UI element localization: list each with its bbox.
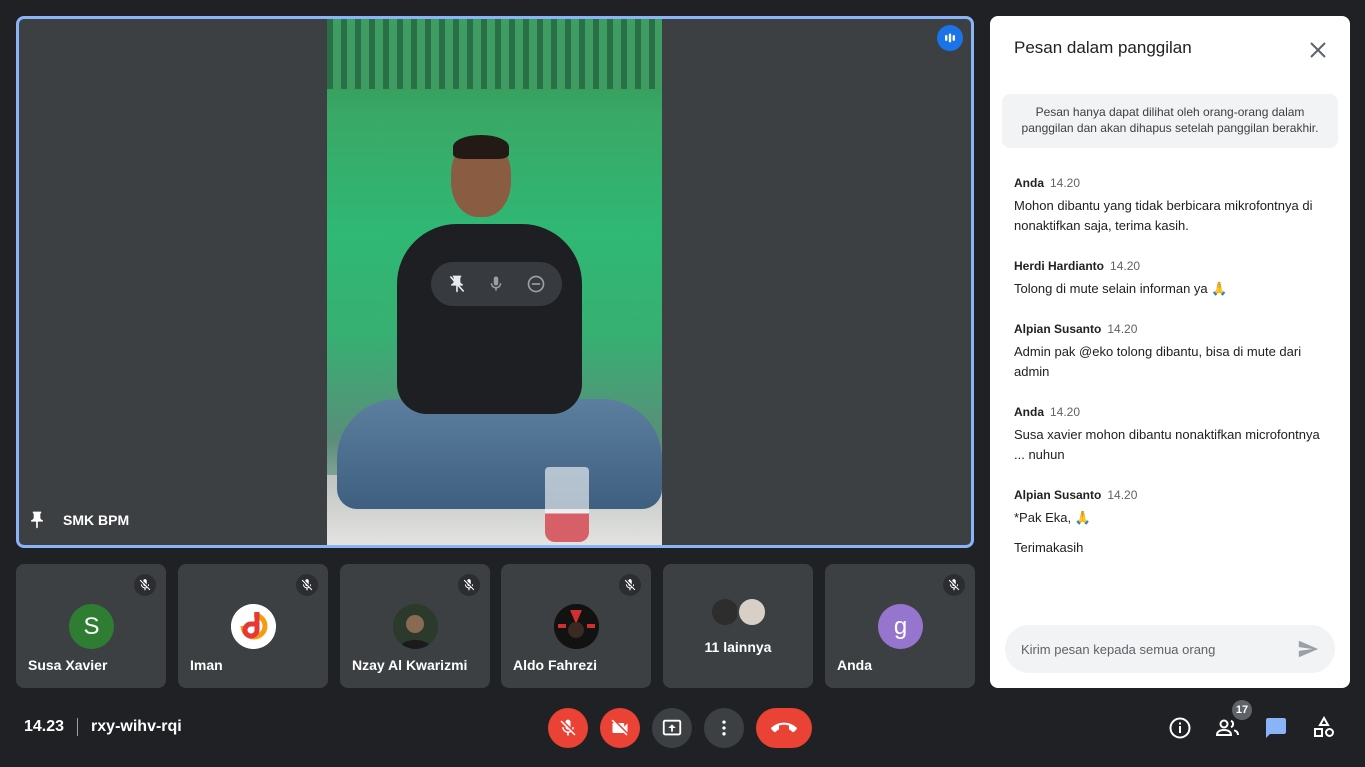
chat-messages: Anda 14.20 Mohon dibantu yang tidak berbi… (1014, 176, 1334, 581)
chat-notice: Pesan hanya dapat dilihat oleh orang-ora… (1002, 94, 1338, 148)
close-chat-button[interactable] (1304, 36, 1332, 64)
avatar (554, 604, 599, 649)
video-hover-controls (431, 262, 562, 306)
stage-participant-name: SMK BPM (63, 512, 130, 528)
remove-participant-button[interactable] (521, 269, 551, 299)
pin-icon (31, 511, 43, 529)
participant-tile-aldo-fahrezi[interactable]: Aldo Fahrezi (501, 564, 651, 688)
message-sender: Anda (1014, 405, 1044, 419)
current-time: 14.23 (24, 718, 65, 735)
avatar (231, 604, 276, 649)
main-video-stage[interactable]: SMK BPM (16, 16, 974, 548)
avatar (737, 597, 767, 627)
avatar: S (69, 604, 114, 649)
participant-name: Anda (837, 657, 872, 673)
message-text: *Pak Eka, 🙏 (1014, 510, 1091, 525)
avatar (393, 604, 438, 649)
camera-off-icon (611, 719, 628, 736)
unpin-icon (449, 275, 465, 293)
divider (77, 718, 79, 736)
avatar (710, 597, 740, 627)
message-sender: Alpian Susanto (1014, 322, 1102, 336)
people-icon (1215, 719, 1239, 736)
participant-name: Nzay Al Kwarizmi (352, 657, 468, 673)
participant-tile-susa-xavier[interactable]: S Susa Xavier (16, 564, 166, 688)
present-screen-button[interactable] (652, 708, 692, 748)
info-icon (1169, 717, 1191, 739)
participant-tile-nzay-al-kwarizmi[interactable]: Nzay Al Kwarizmi (340, 564, 490, 688)
participant-tile-others[interactable]: 11 lainnya (663, 564, 813, 688)
message-text: Susa xavier mohon dibantu nonaktifkan mi… (1014, 427, 1320, 462)
present-screen-icon (662, 719, 682, 736)
participants-button[interactable]: 17 (1210, 700, 1252, 746)
avatar: g (878, 604, 923, 649)
close-icon (1310, 42, 1326, 58)
participant-tiles: S Susa Xavier Iman Nzay Al Kwarizmi Aldo… (16, 564, 975, 688)
message-time: 14.20 (1107, 322, 1138, 336)
message-time: 14.20 (1110, 259, 1141, 273)
participant-name: Iman (190, 657, 223, 673)
meeting-info: 14.23 rxy-wihv-rqi (24, 718, 182, 736)
meeting-details-button[interactable] (1162, 710, 1198, 746)
leave-call-button[interactable] (756, 708, 812, 748)
remove-circle-icon (527, 275, 545, 293)
mute-participant-button[interactable] (481, 269, 511, 299)
participants-count-badge: 17 (1232, 700, 1252, 720)
mic-off-icon (134, 574, 156, 596)
activities-icon (1314, 716, 1334, 737)
mic-off-icon (458, 574, 480, 596)
chat-message: Herdi Hardianto 14.20 Tolong di mute sela… (1014, 259, 1334, 299)
mic-off-icon (560, 719, 576, 736)
participant-name: Susa Xavier (28, 657, 108, 673)
chat-message-input[interactable] (1021, 641, 1297, 657)
message-sender: Herdi Hardianto (1014, 259, 1105, 273)
more-vert-icon (722, 720, 726, 736)
audio-level-icon (945, 33, 955, 43)
chat-input-box (1005, 625, 1335, 673)
chat-button[interactable] (1258, 710, 1294, 746)
chat-icon (1266, 718, 1286, 738)
message-sender: Alpian Susanto (1014, 488, 1102, 502)
toggle-microphone-button[interactable] (548, 708, 588, 748)
message-time: 14.20 (1050, 405, 1081, 419)
activities-button[interactable] (1306, 710, 1342, 746)
hang-up-icon (771, 722, 797, 733)
chat-message: Alpian Susanto 14.20 Admin pak @eko tolon… (1014, 322, 1334, 382)
participant-tile-iman[interactable]: Iman (178, 564, 328, 688)
mic-off-icon (296, 574, 318, 596)
others-count-label: 11 lainnya (704, 639, 772, 655)
mic-off-icon (943, 574, 965, 596)
participant-name: Aldo Fahrezi (513, 657, 598, 673)
microphone-icon (491, 276, 502, 291)
chat-message: Anda 14.20 Susa xavier mohon dibantu nona… (1014, 405, 1334, 465)
message-time: 14.20 (1107, 488, 1138, 502)
message-text: Admin pak @eko tolong dibantu, bisa di m… (1014, 344, 1302, 379)
message-sender: Anda (1014, 176, 1044, 190)
speaking-indicator (937, 25, 963, 51)
meeting-code: rxy-wihv-rqi (91, 718, 182, 735)
message-time: 14.20 (1050, 176, 1081, 190)
message-text: Tolong di mute selain informan ya 🙏 (1014, 281, 1228, 296)
participant-tile-anda[interactable]: g Anda (825, 564, 975, 688)
chat-message: Anda 14.20 Mohon dibantu yang tidak berbi… (1014, 176, 1334, 236)
message-text: Terimakasih (1014, 540, 1084, 555)
message-text: Mohon dibantu yang tidak berbicara mikro… (1014, 198, 1313, 233)
chat-message: Alpian Susanto 14.20 *Pak Eka, 🙏 Terimaka… (1014, 488, 1334, 558)
more-options-button[interactable] (704, 708, 744, 748)
toggle-camera-button[interactable] (600, 708, 640, 748)
chat-panel: Pesan dalam panggilan Pesan hanya dapat … (990, 16, 1350, 688)
send-icon[interactable] (1297, 638, 1319, 660)
unpin-button[interactable] (442, 269, 472, 299)
stage-participant-label: SMK BPM (27, 509, 129, 531)
mic-off-icon (619, 574, 641, 596)
chat-panel-title: Pesan dalam panggilan (1014, 38, 1192, 57)
